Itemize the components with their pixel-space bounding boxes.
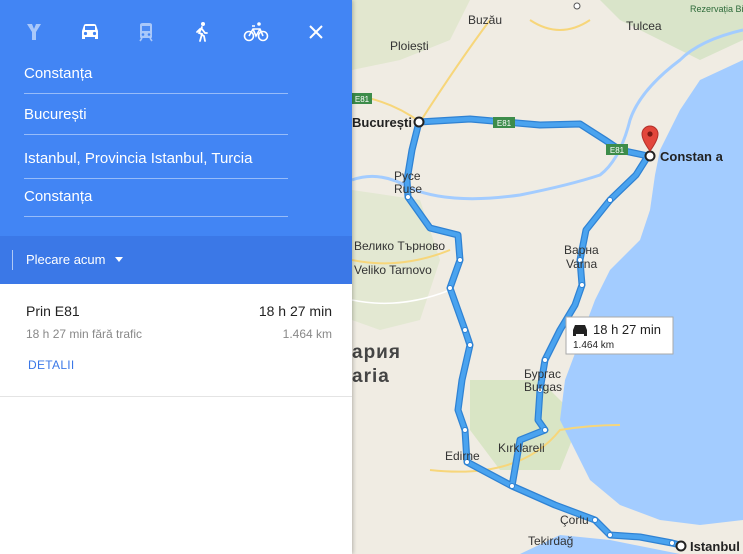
city-label-corlu: Çorlu: [560, 513, 589, 527]
delta-label: Rezervația Biosferei Delta Dunării: [690, 4, 743, 14]
divider: [0, 396, 352, 397]
country-label-bulgaria-cyrillic: ария: [352, 342, 401, 363]
city-marker: [573, 2, 581, 10]
city-label-kirklareli: Kırklareli: [498, 441, 545, 455]
map-canvas[interactable]: E81 E81 E81 Buzău Rezervația Biosferei D…: [352, 0, 743, 554]
car-mode-button[interactable]: [76, 18, 104, 46]
best-route-button[interactable]: [20, 18, 48, 46]
route-name[interactable]: Prin E81: [26, 303, 80, 319]
e81-badge: E81: [606, 144, 628, 155]
e81-badge: E81: [493, 117, 515, 128]
car-icon: [82, 24, 98, 39]
svg-text:E81: E81: [355, 95, 370, 104]
directions-header: Constanța București Istanbul, Provincia …: [0, 0, 352, 236]
train-icon: [139, 23, 153, 42]
city-label-constanta: Constan a: [660, 149, 724, 164]
svg-text:E81: E81: [497, 119, 512, 128]
directions-panel: Constanța București Istanbul, Provincia …: [0, 0, 352, 554]
bike-icon: [243, 22, 269, 42]
city-label-veliko-cyrillic: Велико Търново: [354, 239, 445, 253]
city-label-ruse-cyrillic: Русе: [394, 169, 421, 183]
city-label-edirne: Edirne: [445, 449, 480, 463]
transit-mode-button[interactable]: [132, 18, 160, 46]
city-label-tekirdag: Tekirdağ: [528, 534, 573, 548]
city-label-burgas: Burgas: [524, 380, 562, 394]
waypoint-input-start[interactable]: Constanța: [24, 55, 288, 94]
city-label-varna-cyrillic: Варна: [564, 243, 599, 257]
best-route-icon: [27, 24, 41, 40]
city-label-istanbul: Istanbul: [690, 539, 740, 554]
city-label-varna: Varna: [566, 257, 597, 271]
svg-text:E81: E81: [610, 146, 625, 155]
city-label-ploiesti: Ploiești: [390, 39, 429, 53]
city-label-bucuresti: București: [352, 115, 412, 130]
country-label-bulgaria: aria: [352, 366, 390, 387]
route-traffic-note: 18 h 27 min fără trafic: [26, 327, 143, 341]
city-label-ruse: Ruse: [394, 182, 422, 196]
route-duration: 18 h 27 min: [258, 303, 332, 319]
route-callout[interactable]: 18 h 27 min 1.464 km: [565, 316, 674, 355]
callout-duration: 18 h 27 min: [593, 322, 661, 337]
e81-badge: E81: [352, 93, 372, 104]
route-distance: 1.464 km: [282, 327, 332, 341]
walk-mode-button[interactable]: [188, 18, 216, 46]
waypoint-input-3[interactable]: Istanbul, Provincia Istanbul, Turcia: [24, 140, 288, 179]
waypoint-marker-istanbul[interactable]: [675, 540, 687, 552]
dropdown-caret-icon[interactable]: [115, 257, 123, 262]
depart-time-dropdown[interactable]: Plecare acum: [26, 252, 105, 267]
walk-icon: [196, 22, 208, 42]
callout-distance: 1.464 km: [573, 340, 614, 351]
close-button[interactable]: [302, 18, 330, 46]
waypoint-input-2[interactable]: București: [24, 96, 288, 135]
city-label-buzau: Buzău: [468, 13, 502, 27]
city-label-burgas-cyrillic: Бургас: [524, 367, 561, 381]
waypoint-input-destination[interactable]: Constanța: [24, 178, 288, 217]
waypoint-marker-bucuresti[interactable]: [413, 116, 425, 128]
city-label-veliko: Veliko Tarnovo: [354, 263, 432, 277]
bike-mode-button[interactable]: [242, 18, 270, 46]
waypoint-marker-constanta[interactable]: [644, 150, 656, 162]
details-link[interactable]: DETALII: [28, 358, 75, 372]
depart-separator: [12, 250, 13, 270]
city-label-tulcea: Tulcea: [626, 19, 662, 33]
close-icon: [309, 25, 323, 39]
map-svg[interactable]: E81 E81 E81 Buzău Rezervația Biosferei D…: [352, 0, 743, 554]
